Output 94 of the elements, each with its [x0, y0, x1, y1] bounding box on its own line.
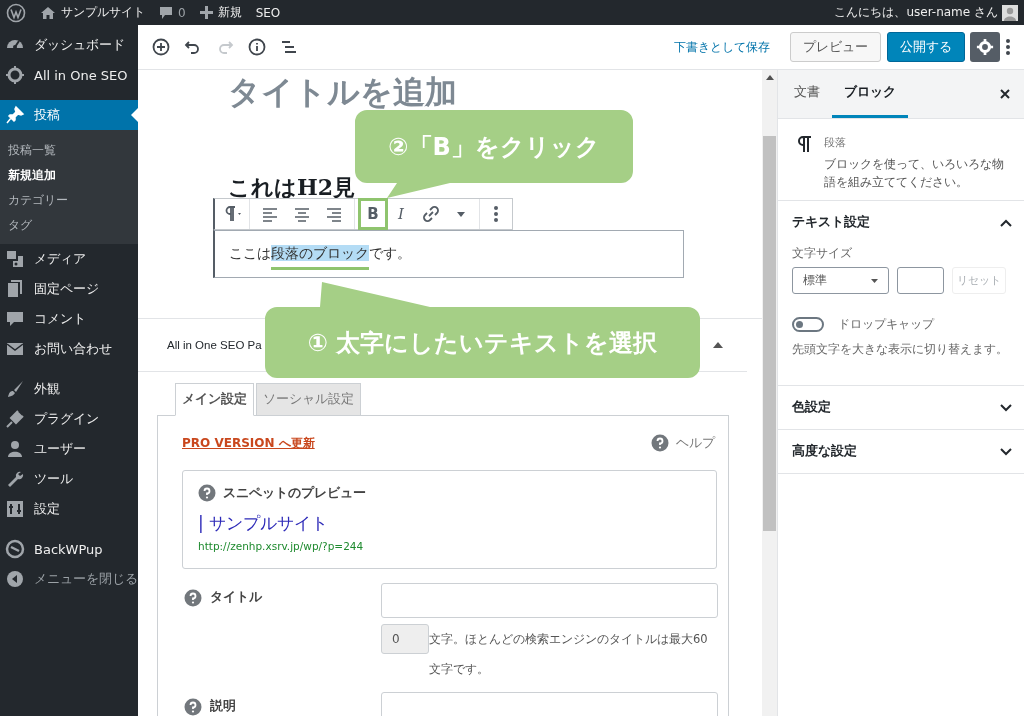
settings-icon — [976, 38, 994, 56]
input-field[interactable] — [381, 583, 718, 618]
post-title-placeholder[interactable]: タイトルを追加 — [138, 70, 762, 112]
submenu-item[interactable]: 新規追加 — [0, 163, 138, 188]
hint-text: 文字。ほとんどの検索エンジンのタイトルは最大60文字です。 — [429, 631, 709, 678]
help-icon[interactable] — [198, 484, 216, 502]
help-icon[interactable] — [184, 698, 202, 716]
bold-button[interactable]: B — [361, 201, 385, 227]
field-label: 説明 — [210, 698, 236, 715]
menu-item[interactable]: All in One SEO — [0, 60, 138, 90]
callout: ① 太字にしたいテキストを選択 — [265, 282, 700, 378]
field-label: 文字サイズ — [792, 245, 853, 262]
comments-link[interactable]: 0 — [159, 5, 186, 20]
help-link[interactable]: ヘルプ — [651, 434, 715, 452]
menu-item[interactable]: 固定ページ — [0, 274, 138, 304]
block-description: ブロックを使って、いろいろな物語を組み立ててください。 — [824, 156, 1005, 191]
section-header[interactable]: 色設定 — [778, 386, 1024, 429]
site-link[interactable]: サンプルサイト — [40, 4, 145, 21]
pin-icon — [5, 105, 25, 125]
panel-title[interactable]: All in One SEO Pa — [167, 339, 262, 351]
counter-field: 0 — [381, 624, 429, 654]
plus-icon — [199, 6, 213, 19]
wordpress-logo-icon[interactable] — [6, 2, 26, 23]
paragraph-icon — [798, 135, 812, 153]
font-size-select[interactable]: 標準 — [792, 267, 889, 294]
preview-button[interactable]: プレビュー — [790, 32, 881, 62]
caret-icon[interactable] — [457, 211, 465, 217]
comment-icon — [5, 309, 25, 329]
menu-item[interactable]: BackWPup — [0, 534, 138, 564]
pages-icon — [5, 279, 25, 299]
home-icon — [40, 5, 56, 20]
info-icon[interactable] — [247, 37, 267, 57]
seo-link[interactable]: SEO — [255, 5, 281, 20]
caret-icon — [871, 278, 878, 283]
menu-item[interactable]: ダッシュボード — [0, 30, 138, 60]
input-field[interactable] — [897, 267, 944, 294]
menu-item[interactable]: 設定 — [0, 494, 138, 524]
greeting-link[interactable]: こんにちは、user-name さん — [834, 4, 998, 21]
tab[interactable]: ソーシャル設定 — [256, 383, 361, 416]
menu-item[interactable]: ユーザー — [0, 434, 138, 464]
gear-icon — [5, 65, 25, 85]
avatar-icon[interactable] — [1002, 4, 1018, 21]
plug-icon — [5, 409, 25, 429]
scrollbar[interactable] — [762, 70, 777, 716]
save-draft-link[interactable]: 下書きとして保存 — [674, 38, 770, 56]
preview-url: http://zenhp.xsrv.jp/wp/?p=244 — [198, 540, 365, 552]
callout: ②「B」をクリック — [355, 110, 633, 200]
italic-button[interactable]: I — [389, 201, 413, 227]
media-icon — [5, 249, 25, 269]
menu-item[interactable]: プラグイン — [0, 404, 138, 434]
upgrade-link[interactable]: PRO VERSION へ更新 — [182, 434, 315, 452]
collapse-icon — [5, 569, 25, 589]
field-label: タイトル — [210, 589, 262, 606]
block-name: 段落 — [824, 135, 847, 150]
help-icon[interactable] — [184, 589, 202, 607]
menu-item[interactable]: ツール — [0, 464, 138, 494]
chevron-down-icon — [1000, 403, 1012, 412]
chevron-up-icon — [1000, 218, 1012, 227]
comment-icon — [159, 5, 173, 20]
heading-text: これはH2見 — [227, 174, 357, 200]
paragraph-text[interactable]: ここは段落のブロック です。 — [213, 230, 684, 278]
tab[interactable]: ブロック — [832, 70, 908, 118]
more-options-icon[interactable] — [494, 206, 498, 222]
preview-title: | サンプルサイト — [198, 512, 330, 535]
more-options-icon[interactable] — [1006, 38, 1010, 56]
settings-icon — [5, 499, 25, 519]
toggle-switch[interactable] — [792, 317, 824, 332]
publish-button[interactable]: 公開する — [887, 32, 965, 62]
link-icon[interactable] — [421, 204, 441, 224]
settings-button[interactable] — [970, 32, 1000, 62]
tab[interactable]: メイン設定 — [175, 383, 254, 416]
toggle-label: ドロップキャップ — [838, 316, 934, 333]
new-link[interactable]: 新規 — [199, 4, 242, 21]
section-header[interactable]: テキスト設定 — [778, 201, 1024, 244]
collapse-caret-icon[interactable] — [713, 342, 723, 348]
menu-item[interactable]: コメント — [0, 304, 138, 334]
menu-item[interactable]: お問い合わせ — [0, 334, 138, 364]
help-text: 先頭文字を大きな表示に切り替えます。 — [792, 342, 1009, 357]
chevron-down-icon — [1000, 447, 1012, 456]
section-heading: スニペットのプレビュー — [223, 484, 366, 502]
circle-logo-icon — [5, 539, 25, 559]
collapse-menu-button[interactable]: メニューを閉じる — [0, 564, 138, 594]
menu-item[interactable]: 外観 — [0, 374, 138, 404]
section-header[interactable]: 高度な設定 — [778, 430, 1024, 473]
user-icon — [5, 439, 25, 459]
add-icon[interactable] — [151, 37, 171, 57]
help-icon[interactable] — [651, 434, 669, 452]
menu-item[interactable]: 投稿 — [0, 100, 138, 130]
submenu-item[interactable]: カテゴリー — [0, 188, 138, 213]
tab[interactable]: 文書 — [782, 70, 832, 118]
submenu-item[interactable]: 投稿一覧 — [0, 138, 138, 163]
menu-item[interactable]: メディア — [0, 244, 138, 274]
submenu-item[interactable]: タグ — [0, 213, 138, 238]
close-icon[interactable] — [1000, 89, 1010, 99]
